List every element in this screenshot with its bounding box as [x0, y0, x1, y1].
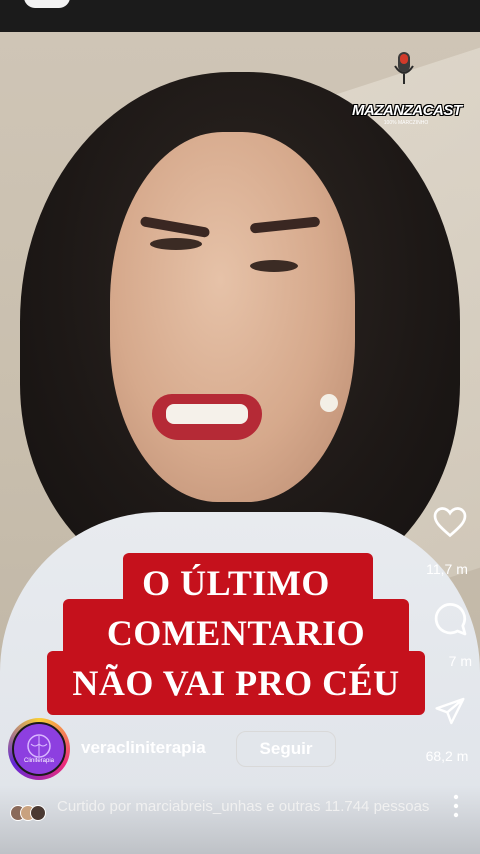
- video-subject-eye: [250, 260, 298, 272]
- caption-line-3: NÃO VAI PRO CÉU: [72, 663, 400, 703]
- more-options-icon[interactable]: [448, 793, 464, 819]
- watermark-subtitle: 100% MARCZINHO: [383, 120, 429, 126]
- video-subject-eye: [150, 238, 202, 250]
- watermark-title: MAZANZACAST: [352, 102, 462, 119]
- comment-icon: [434, 603, 467, 636]
- brain-logo-icon: [27, 734, 51, 758]
- channel-watermark: MAZANZACAST 100% MARCZINHO: [352, 52, 462, 136]
- video-subject-face: [110, 132, 355, 502]
- profile-row: Cliniterapia veracliniterapia Seguir: [8, 718, 388, 780]
- send-icon: [435, 697, 465, 725]
- avatar-image: Cliniterapia: [12, 722, 66, 776]
- like-count: 11,7 m: [426, 561, 468, 577]
- caption-line-2: COMENTARIO: [106, 613, 366, 653]
- comment-count: 7 m: [448, 653, 472, 669]
- liked-by-avatars[interactable]: [10, 805, 50, 821]
- caption-line-1: O ÚLTIMO: [142, 563, 330, 603]
- video-subject-earring: [320, 394, 338, 412]
- share-button[interactable]: [420, 695, 480, 732]
- microphone-icon: [394, 52, 414, 84]
- video-subject-teeth: [166, 404, 248, 424]
- camera-cutout: [24, 0, 70, 8]
- username-link[interactable]: veracliniterapia: [81, 738, 206, 758]
- avatar-label: Cliniterapia: [23, 758, 54, 764]
- liked-by-row: Curtido por marciabreis_unhas e outras 1…: [0, 785, 480, 854]
- video-caption: O ÚLTIMO COMENTARIO NÃO VAI PRO CÉU: [47, 553, 425, 715]
- liked-by-text[interactable]: Curtido por marciabreis_unhas e outras 1…: [57, 797, 437, 817]
- avatar[interactable]: Cliniterapia: [8, 718, 70, 780]
- status-bar: [0, 0, 480, 32]
- like-button[interactable]: [420, 505, 480, 544]
- share-count: 68,2 m: [425, 748, 469, 764]
- comment-button[interactable]: [420, 601, 480, 642]
- mini-avatar: [30, 805, 46, 821]
- follow-button[interactable]: Seguir: [236, 731, 336, 767]
- heart-icon: [433, 507, 467, 538]
